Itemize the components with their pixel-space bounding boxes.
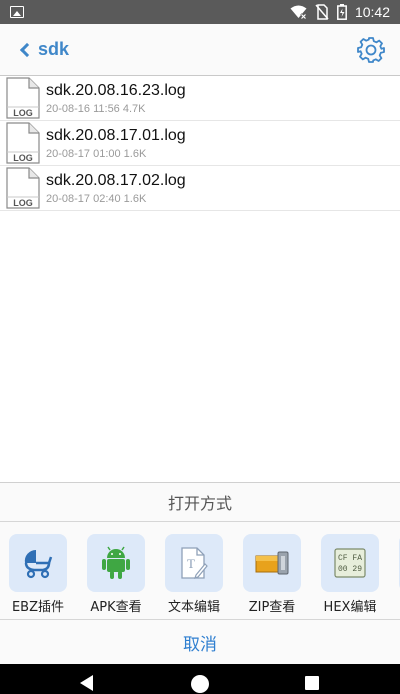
app-label: ZIP查看	[248, 600, 296, 615]
file-row[interactable]: LOG sdk.20.08.17.01.log 20-08-17 01:00 1…	[0, 121, 400, 166]
clock: 10:42	[354, 4, 390, 20]
file-name: sdk.20.08.17.01.log	[46, 126, 186, 144]
system-nav-bar	[0, 664, 400, 694]
zip-icon	[255, 551, 289, 575]
folder-title: sdk	[38, 39, 70, 59]
app-tile: T	[165, 534, 223, 592]
android-icon	[102, 546, 130, 579]
file-meta: 20-08-16 11:56 4.7K	[46, 102, 146, 115]
svg-text:T: T	[187, 556, 195, 571]
app-label: APK查看	[90, 600, 142, 615]
chevron-left-icon	[19, 42, 35, 57]
svg-text:00 29: 00 29	[338, 565, 362, 574]
back-button[interactable]: sdk	[0, 24, 69, 75]
file-meta: 20-08-17 01:00 1.6K	[46, 147, 147, 160]
app-label: HEX编辑	[323, 600, 377, 615]
app-bar: sdk	[0, 24, 400, 76]
log-file-icon: LOG	[6, 77, 40, 119]
file-name: sdk.20.08.16.23.log	[46, 81, 186, 99]
hex-icon: CF FA 00 29	[334, 548, 366, 578]
svg-text:CF FA: CF FA	[338, 554, 362, 563]
file-row[interactable]: LOG sdk.20.08.17.02.log 20-08-17 02:40 1…	[0, 166, 400, 211]
status-bar: 10:42	[0, 0, 400, 24]
file-meta: 20-08-17 02:40 1.6K	[46, 192, 147, 205]
nav-back-icon[interactable]	[80, 675, 93, 691]
gallery-notification-icon	[10, 6, 24, 18]
app-option-apk[interactable]: APK查看	[87, 534, 145, 615]
battery-icon	[337, 4, 347, 20]
svg-text:LOG: LOG	[13, 153, 33, 163]
app-option-zip[interactable]: ZIP查看	[243, 534, 301, 615]
text-edit-icon: T	[181, 547, 208, 579]
settings-gear-icon[interactable]	[356, 35, 386, 65]
app-tile	[87, 534, 145, 592]
app-chooser-row[interactable]: EBZ插件 APK查看 T 文本编辑 ZIP查看 CF FA 00 29 HEX…	[0, 522, 400, 620]
nav-home-icon[interactable]	[191, 675, 209, 693]
open-with-sheet: 打开方式 EBZ插件 APK查看 T 文本编辑 ZIP查看 CF FA 00 2…	[0, 482, 400, 664]
app-tile	[9, 534, 67, 592]
no-sim-icon	[315, 4, 329, 20]
log-file-icon: LOG	[6, 122, 40, 164]
sheet-title: 打开方式	[0, 483, 400, 522]
cancel-button[interactable]: 取消	[0, 620, 400, 664]
app-option-text-editor[interactable]: T 文本编辑	[165, 534, 223, 615]
stroller-icon	[24, 549, 53, 579]
app-tile: CF FA 00 29	[321, 534, 379, 592]
nav-recents-icon[interactable]	[305, 676, 319, 690]
app-tile	[243, 534, 301, 592]
log-file-icon: LOG	[6, 167, 40, 209]
file-name: sdk.20.08.17.02.log	[46, 171, 186, 189]
file-list: LOG sdk.20.08.16.23.log 20-08-16 11:56 4…	[0, 76, 400, 211]
wifi-icon	[290, 5, 307, 19]
app-option-ebz[interactable]: EBZ插件	[9, 534, 67, 615]
app-label: 文本编辑	[167, 600, 220, 615]
app-option-hex[interactable]: CF FA 00 29 HEX编辑	[321, 534, 379, 615]
svg-text:LOG: LOG	[13, 108, 33, 118]
app-label: EBZ插件	[11, 600, 65, 615]
svg-text:LOG: LOG	[13, 198, 33, 208]
file-row[interactable]: LOG sdk.20.08.16.23.log 20-08-16 11:56 4…	[0, 76, 400, 121]
